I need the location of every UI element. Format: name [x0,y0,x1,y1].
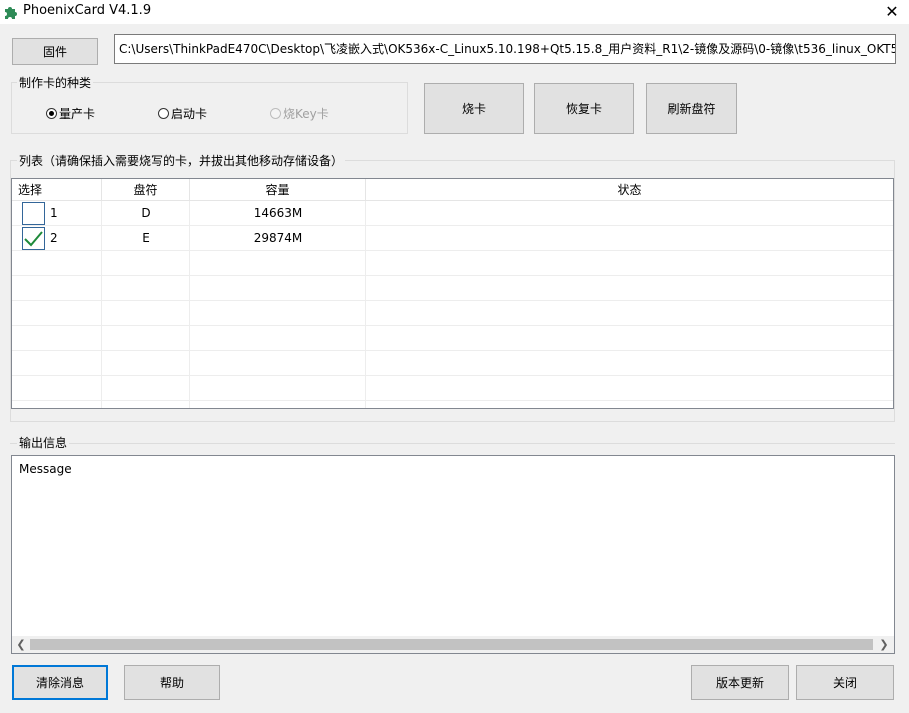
row-checkbox[interactable] [22,202,45,225]
radio-label: 启动卡 [171,107,208,121]
row-drive: E [142,231,150,245]
table-row-empty [12,326,893,351]
radio-mass-production[interactable]: 量产卡 [46,105,95,122]
table-row-empty [12,251,893,276]
table-row-empty [12,301,893,326]
scroll-left-icon[interactable]: ❮ [14,636,28,653]
table-row-empty [12,376,893,401]
output-message: Message [19,462,72,476]
row-capacity: 29874M [253,231,303,245]
firmware-button[interactable]: 固件 [12,38,98,65]
table-row-empty [12,276,893,301]
output-label: 输出信息 [17,436,70,450]
radio-key-card: 烧Key卡 [270,105,329,122]
version-update-button[interactable]: 版本更新 [691,665,789,700]
row-status [366,226,893,250]
column-header-capacity[interactable]: 容量 [190,179,366,201]
row-capacity: 14663M [253,206,303,220]
burn-card-button[interactable]: 烧卡 [424,83,524,134]
table-row[interactable]: 2 E 29874M [12,226,893,251]
column-header-status[interactable]: 状态 [366,179,893,201]
scroll-right-icon[interactable]: ❯ [877,636,891,653]
card-type-label: 制作卡的种类 [17,76,94,90]
puzzle-icon [3,4,19,20]
window-title: PhoenixCard V4.1.9 [23,3,152,18]
close-icon[interactable]: ✕ [881,2,903,22]
row-status [366,201,893,225]
radio-disabled-icon [270,108,281,119]
row-checkbox[interactable] [22,227,45,250]
radio-label: 量产卡 [59,107,96,121]
output-divider [10,443,895,444]
drive-table: 选择 盘符 容量 状态 1 D 14663M 2 E 29874M [11,178,894,409]
output-textarea[interactable] [11,455,895,654]
title-bar: PhoenixCard V4.1.9 ✕ [0,0,909,24]
row-index: 1 [50,206,58,220]
column-header-select[interactable]: 选择 [12,179,102,201]
check-icon [24,231,43,247]
help-button[interactable]: 帮助 [124,665,220,700]
column-header-drive[interactable]: 盘符 [102,179,190,201]
table-row[interactable]: 1 D 14663M [12,201,893,226]
radio-boot-card[interactable]: 启动卡 [158,105,207,122]
row-index: 2 [50,231,58,245]
radio-checked-icon [46,108,57,119]
table-row-empty [12,351,893,376]
scrollbar-thumb[interactable] [30,639,873,650]
radio-label: 烧Key卡 [283,107,329,121]
refresh-drives-button[interactable]: 刷新盘符 [646,83,737,134]
close-button[interactable]: 关闭 [796,665,894,700]
row-drive: D [141,206,151,220]
list-label: 列表（请确保插入需要烧写的卡，并拔出其他移动存储设备） [17,154,346,168]
radio-unchecked-icon [158,108,169,119]
firmware-path-field[interactable]: C:\Users\ThinkPadE470C\Desktop\飞凌嵌入式\OK5… [114,34,896,64]
clear-messages-button[interactable]: 清除消息 [12,665,108,700]
restore-card-button[interactable]: 恢复卡 [534,83,634,134]
